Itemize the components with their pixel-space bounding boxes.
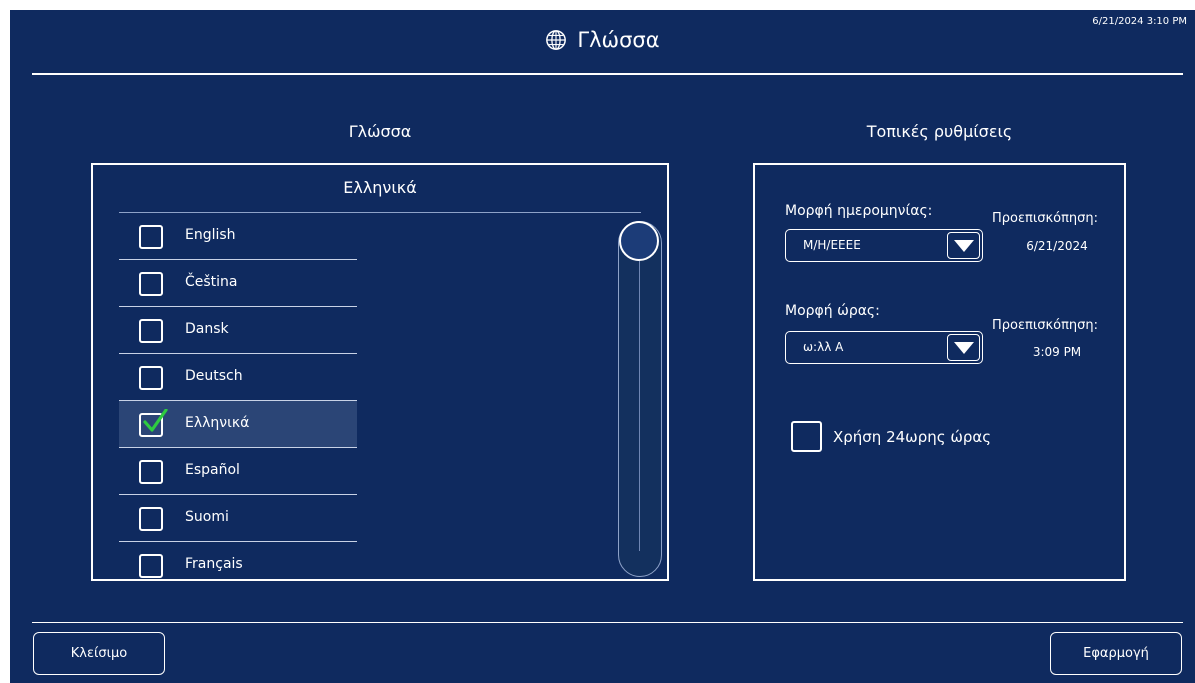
language-scrollbar-track[interactable] <box>618 221 662 577</box>
apply-button[interactable]: Εφαρμογή <box>1050 632 1182 675</box>
language-item-suomi[interactable]: Suomi <box>119 495 357 542</box>
language-label: Čeština <box>185 274 238 290</box>
language-heading: Γλώσσα <box>348 122 412 141</box>
language-checkbox[interactable] <box>139 225 163 249</box>
language-label: English <box>185 227 236 243</box>
language-list: English Čeština Dansk Deutsch Ελληνικά E… <box>119 213 357 578</box>
language-item-english[interactable]: English <box>119 213 357 260</box>
language-checkbox[interactable] <box>139 366 163 390</box>
language-settings-screen: 6/21/2024 3:10 PM Γλώσσα Γλώσσα Ελληνικά… <box>10 10 1195 683</box>
language-item-deutsch[interactable]: Deutsch <box>119 354 357 401</box>
time-format-value: ω:λλ A <box>803 340 844 354</box>
time-preview-value: 3:09 PM <box>1032 345 1082 359</box>
language-panel: Ελληνικά English Čeština Dansk Deutsch Ε… <box>91 163 669 581</box>
date-format-label: Μορφή ημερομηνίας: <box>785 203 933 219</box>
language-checkbox[interactable] <box>139 319 163 343</box>
clock: 6/21/2024 3:10 PM <box>1092 16 1187 27</box>
selected-language-display: Ελληνικά <box>343 178 417 197</box>
footer-divider <box>32 622 1183 623</box>
globe-icon <box>546 30 567 50</box>
time-preview-label: Προεπισκόπηση: <box>992 318 1099 333</box>
language-item-cestina[interactable]: Čeština <box>119 260 357 307</box>
locale-heading: Τοπικές ρυθμίσεις <box>866 122 1013 141</box>
language-label: Français <box>185 556 243 572</box>
language-label: Deutsch <box>185 368 243 384</box>
language-label: Español <box>185 462 240 478</box>
language-item-dansk[interactable]: Dansk <box>119 307 357 354</box>
time-format-dropdown[interactable]: ω:λλ A <box>785 331 983 364</box>
time-format-label: Μορφή ώρας: <box>785 303 880 319</box>
use-24h-checkbox[interactable] <box>791 421 822 452</box>
language-checkbox-checked[interactable] <box>139 409 168 437</box>
page-title: Γλώσσα <box>10 28 1195 52</box>
date-format-value: M/H/EEEE <box>803 238 861 252</box>
language-item-ellinika[interactable]: Ελληνικά <box>119 401 357 448</box>
date-preview-value: 6/21/2024 <box>1026 239 1088 253</box>
close-button[interactable]: Κλείσιμο <box>33 632 165 675</box>
language-checkbox[interactable] <box>139 507 163 531</box>
language-checkbox[interactable] <box>139 272 163 296</box>
scrollbar-guide-line <box>639 261 640 551</box>
date-preview-label: Προεπισκόπηση: <box>992 211 1099 226</box>
language-item-espanol[interactable]: Español <box>119 448 357 495</box>
use-24h-label: Χρήση 24ωρης ώρας <box>833 428 992 446</box>
date-format-dropdown[interactable]: M/H/EEEE <box>785 229 983 262</box>
language-checkbox[interactable] <box>139 554 163 578</box>
language-checkbox[interactable] <box>139 460 163 484</box>
locale-panel: Μορφή ημερομηνίας: Προεπισκόπηση: M/H/EE… <box>753 163 1126 581</box>
language-label: Ελληνικά <box>185 415 250 431</box>
chevron-down-icon[interactable] <box>947 334 980 361</box>
language-label: Dansk <box>185 321 229 337</box>
checkmark-icon <box>143 409 168 432</box>
language-item-francais[interactable]: Français <box>119 542 357 578</box>
header-divider <box>32 73 1183 75</box>
language-label: Suomi <box>185 509 229 525</box>
page-title-text: Γλώσσα <box>577 28 660 52</box>
language-scrollbar-thumb[interactable] <box>619 221 659 261</box>
chevron-down-icon[interactable] <box>947 232 980 259</box>
